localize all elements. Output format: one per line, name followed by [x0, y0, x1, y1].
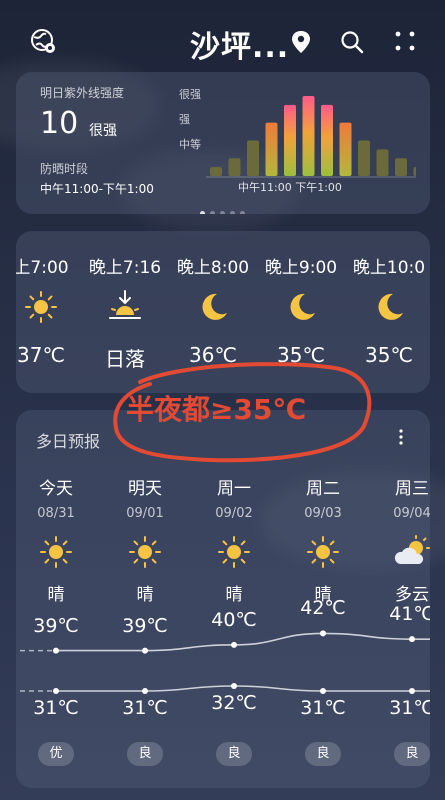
handwritten-annotation: 半夜都≥35℃	[110, 358, 372, 468]
uv-bar	[247, 140, 259, 176]
uv-bar	[321, 104, 333, 176]
partly-cloudy-icon	[394, 535, 430, 564]
hour-time: 晚上8:00	[176, 258, 250, 278]
hour-time: 晚上9:00	[264, 258, 338, 278]
uv-bar	[228, 158, 241, 176]
aqi-badge[interactable]: 良	[394, 742, 430, 766]
page-dot	[200, 211, 205, 214]
page-indicator	[200, 201, 260, 214]
day-high-temp: 42℃	[300, 597, 346, 620]
hour-time: 晚上10:0	[352, 258, 426, 278]
hour-time: 晚上7:16	[88, 258, 162, 278]
sun-icon	[218, 536, 250, 568]
day-low-temp: 31℃	[122, 697, 168, 719]
day-low-temp: 32℃	[211, 692, 257, 714]
uv-bar-chart	[206, 96, 416, 178]
annotation-text: 半夜都≥35℃	[126, 393, 307, 426]
uv-index-card[interactable]: 明日紫外线强度 10 很强 防晒时段 中午11:00-下午1:00 很强 强 中…	[16, 72, 430, 214]
day-name: 周一	[217, 479, 251, 499]
forecast-day[interactable]: 周三 09/04 多云 41℃ 31℃ 良	[369, 410, 430, 788]
hour-temp: 37℃	[17, 343, 65, 367]
day-low-temp: 31℃	[389, 697, 430, 719]
uv-value: 10	[40, 106, 79, 141]
uv-bar	[376, 149, 389, 176]
day-name: 周二	[306, 479, 340, 499]
day-condition: 晴	[225, 585, 243, 605]
uv-bar	[302, 96, 315, 176]
day-name: 今天	[39, 479, 73, 499]
forecast-day[interactable]: 今天 08/31 晴 39℃ 31℃ 优	[16, 410, 99, 788]
globe-icon[interactable]	[30, 28, 56, 54]
day-high-temp: 39℃	[122, 614, 168, 637]
aqi-badge[interactable]: 优	[38, 742, 74, 766]
day-date: 09/02	[215, 506, 253, 521]
uv-scale-label: 很强	[179, 88, 201, 101]
location-pin-icon	[292, 31, 310, 53]
sunset-icon	[109, 290, 141, 319]
day-condition: 晴	[47, 585, 65, 605]
sun-icon	[40, 536, 72, 568]
uv-title: 明日紫外线强度	[40, 86, 125, 100]
uv-scale-label: 中等	[179, 138, 201, 151]
day-date: 09/03	[304, 506, 342, 521]
uv-bar	[339, 122, 352, 176]
protection-period: 中午11:00-下午1:00	[40, 182, 154, 196]
sun-icon	[129, 536, 161, 568]
uv-bar	[413, 167, 416, 176]
uv-bar	[395, 158, 407, 176]
hour-time: 上7:00	[16, 258, 69, 278]
day-condition: 晴	[136, 585, 154, 605]
page-dot	[240, 211, 245, 214]
moon-icon	[378, 293, 403, 320]
day-high-temp: 39℃	[33, 614, 79, 637]
search-icon[interactable]	[340, 30, 364, 54]
day-low-temp: 31℃	[33, 697, 79, 719]
uv-bar	[284, 104, 296, 176]
protection-label: 防晒时段	[40, 162, 89, 176]
day-date: 09/04	[393, 506, 430, 521]
day-high-temp: 41℃	[389, 603, 430, 626]
hour-item: 上7:00 37℃	[16, 231, 86, 393]
day-date: 08/31	[37, 506, 75, 521]
uv-x-label: 中午11:00 下午1:00	[238, 181, 342, 194]
page-dot	[220, 211, 225, 214]
page-dot	[210, 211, 215, 214]
day-date: 09/01	[126, 506, 164, 521]
uv-bar	[358, 140, 370, 176]
uv-scale-label: 强	[179, 113, 190, 126]
day-low-temp: 31℃	[300, 697, 346, 719]
day-name: 明天	[128, 479, 162, 499]
aqi-badge[interactable]: 良	[127, 742, 163, 766]
uv-level: 很强	[89, 123, 117, 139]
page-dot	[230, 211, 235, 214]
aqi-badge[interactable]: 良	[216, 742, 252, 766]
uv-bar	[265, 122, 278, 176]
day-name: 周三	[395, 479, 429, 499]
moon-icon	[290, 293, 315, 320]
uv-bar	[210, 167, 222, 176]
sun-icon	[307, 536, 339, 568]
aqi-badge[interactable]: 良	[305, 742, 341, 766]
moon-icon	[202, 293, 227, 320]
day-high-temp: 40℃	[211, 608, 257, 631]
more-dots-icon[interactable]	[394, 30, 416, 52]
day-condition: 多云	[395, 585, 429, 605]
sun-icon	[25, 291, 57, 323]
city-name[interactable]: 沙坪...	[190, 22, 289, 66]
top-bar: 沙坪...	[0, 0, 445, 80]
